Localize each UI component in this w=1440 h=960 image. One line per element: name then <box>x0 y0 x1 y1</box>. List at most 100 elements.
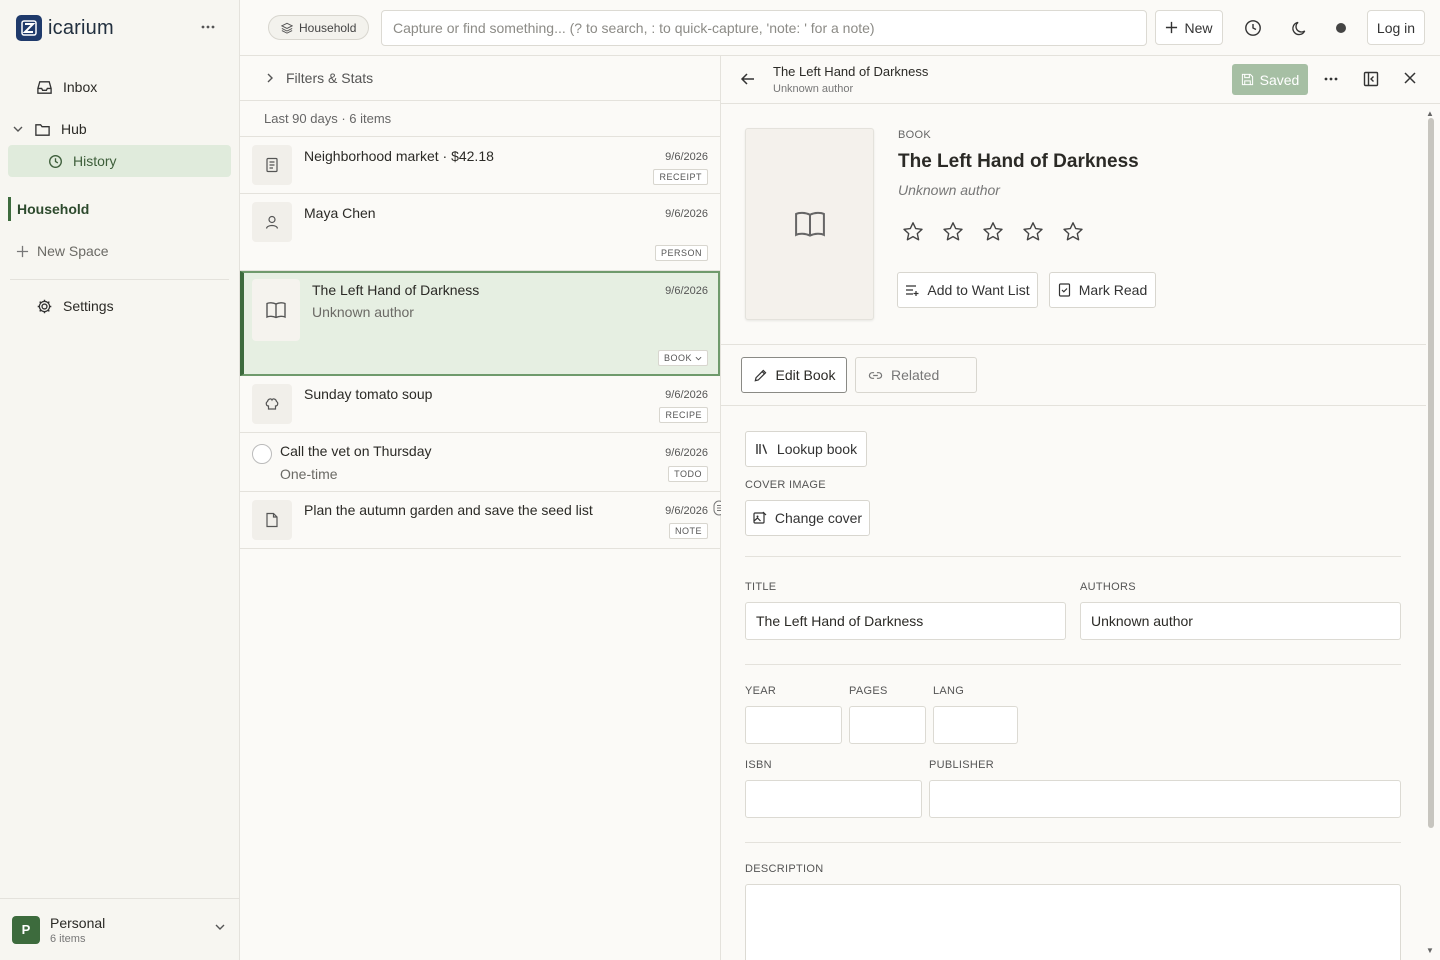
star-icon[interactable] <box>1021 220 1045 244</box>
new-space-button[interactable]: New Space <box>16 243 109 259</box>
scroll-up-arrow-icon[interactable]: ▲ <box>1426 109 1434 118</box>
folder-icon <box>34 121 51 138</box>
item-date: 9/6/2026 <box>665 447 708 459</box>
book-check-icon <box>1058 283 1071 297</box>
list-item[interactable]: Call the vet on Thursday One-time 9/6/20… <box>240 433 720 492</box>
inbox-icon <box>36 79 53 96</box>
list-item[interactable]: Sunday tomato soup 9/6/2026 RECIPE <box>240 376 720 433</box>
tab-related[interactable]: Related <box>855 357 977 393</box>
mark-read-button[interactable]: Mark Read <box>1049 272 1156 308</box>
lang-field[interactable] <box>933 706 1018 744</box>
star-icon[interactable] <box>1061 220 1085 244</box>
lookup-book-button[interactable]: Lookup book <box>745 431 867 467</box>
description-field[interactable] <box>745 884 1401 960</box>
authors-label: AUTHORS <box>1080 581 1136 593</box>
year-label: YEAR <box>745 685 777 697</box>
detail-header-subtitle: Unknown author <box>773 83 854 95</box>
login-button[interactable]: Log in <box>1367 10 1425 45</box>
item-date: 9/6/2026 <box>665 151 708 163</box>
app-name: icarium <box>48 16 114 39</box>
layers-icon <box>281 22 293 34</box>
item-title: Sunday tomato soup <box>304 386 433 402</box>
mark-read-label: Mark Read <box>1078 282 1148 298</box>
collapse-panel-icon[interactable] <box>1362 70 1380 88</box>
sidebar-item-household[interactable]: Household <box>8 197 89 221</box>
link-icon <box>868 368 883 383</box>
status-dot-icon[interactable] <box>1329 16 1353 40</box>
space-name: Household <box>17 201 90 217</box>
tab-edit-book[interactable]: Edit Book <box>741 357 847 393</box>
lookup-label: Lookup book <box>776 441 858 457</box>
book-author: Unknown author <box>898 182 1000 198</box>
cover-image-label: COVER IMAGE <box>745 479 826 491</box>
profile-name: Personal <box>50 914 106 931</box>
list-item-selected[interactable]: The Left Hand of Darkness Unknown author… <box>240 271 720 376</box>
title-label: TITLE <box>745 581 777 593</box>
sidebar-item-hub[interactable]: Hub <box>12 119 87 139</box>
list-add-icon <box>905 283 919 297</box>
close-icon[interactable] <box>1402 70 1418 86</box>
star-icon[interactable] <box>941 220 965 244</box>
change-cover-label: Change cover <box>774 510 863 526</box>
star-icon[interactable] <box>981 220 1005 244</box>
search-input[interactable] <box>381 10 1147 46</box>
sidebar-item-label: Settings <box>63 298 114 314</box>
chevron-down-icon[interactable] <box>12 123 24 135</box>
moon-icon[interactable] <box>1287 16 1311 40</box>
note-icon <box>252 500 292 540</box>
list-item[interactable]: Maya Chen 9/6/2026 PERSON <box>240 194 720 271</box>
star-rating[interactable] <box>901 220 1085 244</box>
login-button-label: Log in <box>1376 19 1416 36</box>
scrollbar-thumb[interactable] <box>1428 118 1434 828</box>
type-badge: TODO <box>668 466 708 482</box>
sidebar-item-settings[interactable]: Settings <box>36 296 114 316</box>
sidebar-item-inbox[interactable]: Inbox <box>36 77 97 97</box>
item-date: 9/6/2026 <box>665 285 708 297</box>
year-field[interactable] <box>745 706 842 744</box>
star-icon[interactable] <box>901 220 925 244</box>
person-icon <box>252 202 292 242</box>
scroll-down-arrow-icon[interactable]: ▼ <box>1426 946 1434 955</box>
change-cover-button[interactable]: Change cover <box>745 500 870 536</box>
todo-checkbox[interactable] <box>252 444 272 464</box>
pages-field[interactable] <box>849 706 926 744</box>
item-date: 9/6/2026 <box>665 389 708 401</box>
authors-field[interactable] <box>1080 602 1401 640</box>
add-to-want-list-button[interactable]: Add to Want List <box>897 272 1038 308</box>
item-date: 9/6/2026 <box>665 505 708 517</box>
item-title: Maya Chen <box>304 205 376 221</box>
space-chip[interactable]: Household <box>268 15 370 40</box>
filters-toggle[interactable]: Filters & Stats <box>240 56 720 101</box>
chevron-down-icon[interactable] <box>214 921 226 933</box>
isbn-field[interactable] <box>745 780 922 818</box>
list-item[interactable]: Plan the autumn garden and save the seed… <box>240 492 720 549</box>
type-badge-dropdown[interactable]: BOOK <box>657 350 708 366</box>
book-cover[interactable] <box>745 128 874 320</box>
item-date: 9/6/2026 <box>665 208 708 220</box>
new-button[interactable]: New <box>1155 10 1223 45</box>
saved-label: Saved <box>1259 71 1300 88</box>
title-field[interactable] <box>745 602 1066 640</box>
lang-label: LANG <box>933 685 965 697</box>
want-list-label: Add to Want List <box>927 282 1030 298</box>
publisher-field[interactable] <box>929 780 1401 818</box>
brand[interactable]: icarium <box>16 14 114 42</box>
profile-switcher[interactable]: P Personal 6 items <box>0 898 240 960</box>
saved-button[interactable]: Saved <box>1232 64 1308 95</box>
list-item[interactable]: Neighborhood market · $42.18 9/6/2026 RE… <box>240 137 720 194</box>
more-options-icon[interactable] <box>196 16 220 38</box>
plus-icon <box>16 245 29 258</box>
history-clock-icon[interactable] <box>1241 16 1265 40</box>
new-space-label: New Space <box>37 243 109 259</box>
type-badge: PERSON <box>654 245 708 261</box>
sidebar-item-label: Inbox <box>63 79 98 95</box>
sidebar-item-label: Hub <box>61 121 87 137</box>
detail-header: The Left Hand of Darkness Unknown author… <box>721 56 1440 104</box>
sidebar-item-history[interactable]: History <box>8 145 231 177</box>
more-options-icon[interactable] <box>1322 70 1340 88</box>
library-icon <box>755 442 769 456</box>
publisher-label: PUBLISHER <box>929 759 995 771</box>
detail-header-title: The Left Hand of Darkness <box>773 64 929 79</box>
gear-icon <box>36 298 53 315</box>
back-arrow-icon[interactable] <box>739 70 757 88</box>
